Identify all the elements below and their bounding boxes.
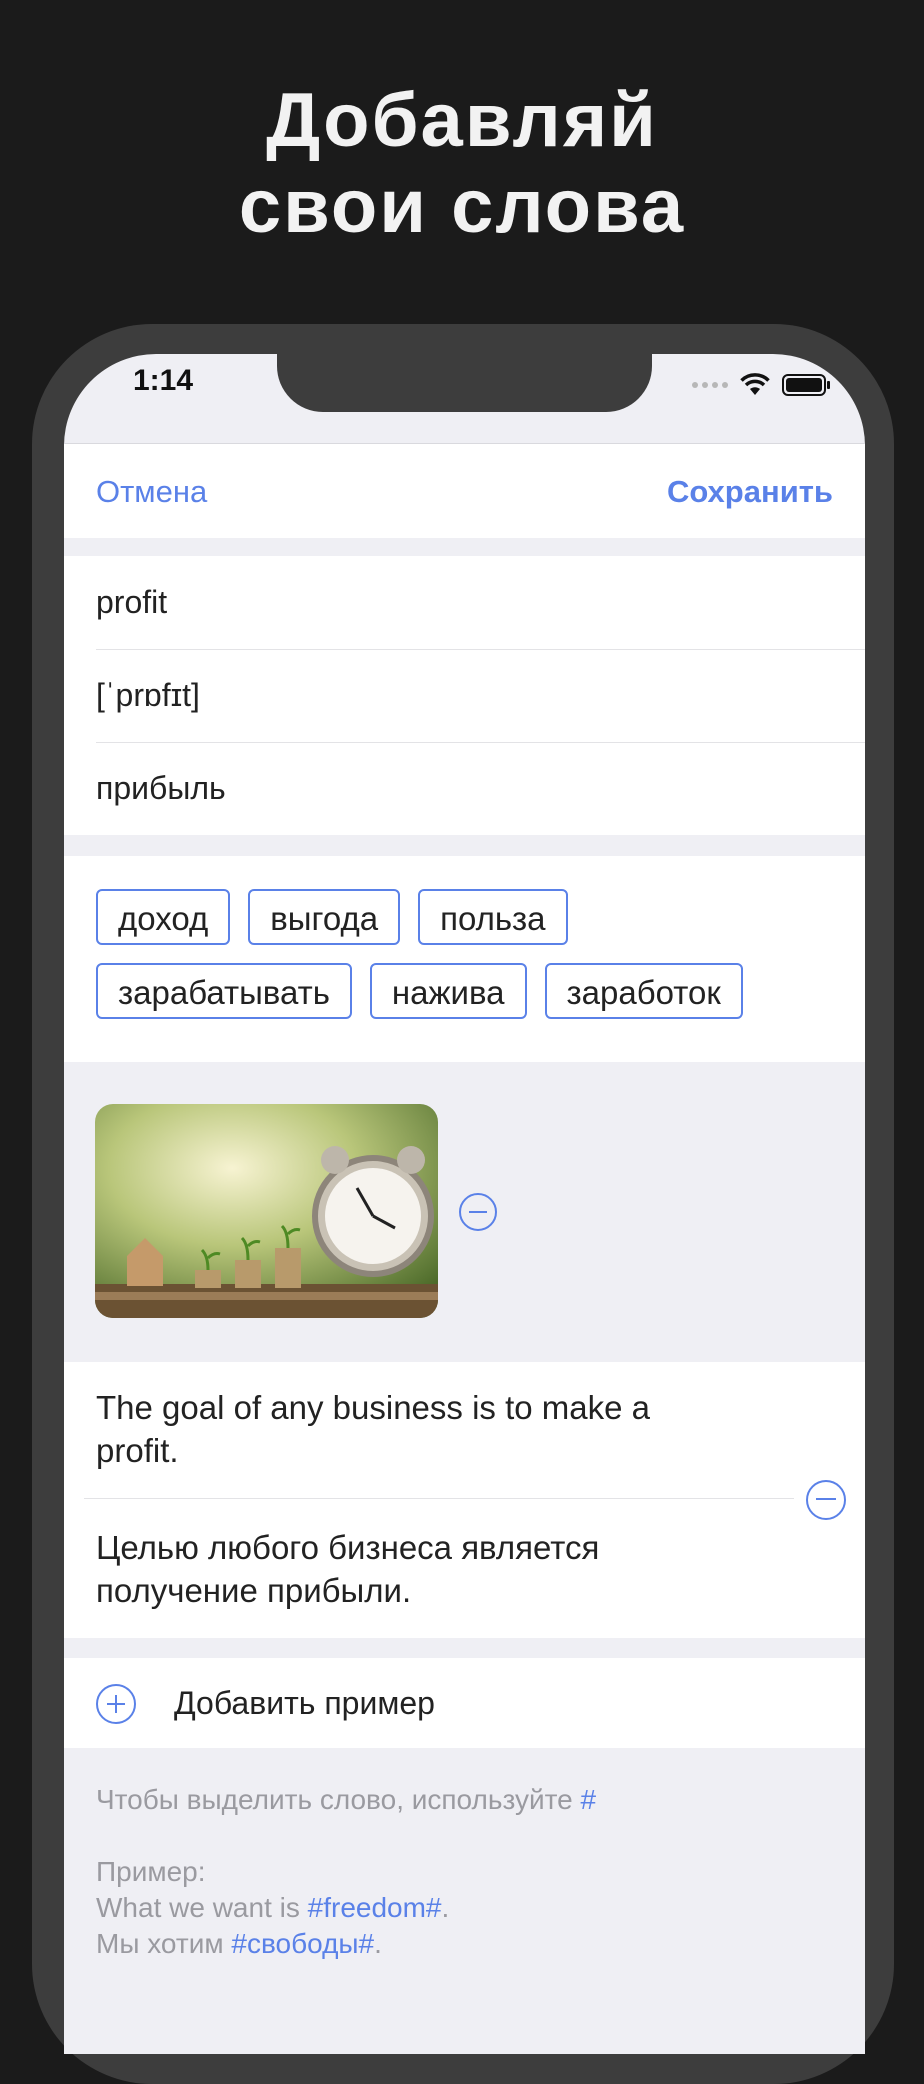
hint-example-label: Пример: <box>96 1856 206 1887</box>
hint-example-en: What we want is #freedom#. <box>96 1890 449 1926</box>
wifi-icon <box>740 373 770 395</box>
hint-text: Мы хотим <box>96 1928 224 1959</box>
status-icons <box>692 370 832 400</box>
transcription-field[interactable]: [ˈprɒfɪt] <box>64 649 865 742</box>
phone-notch <box>277 354 652 412</box>
synonym-tags: доход выгода польза зарабатывать нажива … <box>96 889 836 1037</box>
plus-icon <box>96 1684 136 1724</box>
promo-headline: Добавляй свои слова <box>0 78 924 250</box>
cancel-button[interactable]: Отмена <box>96 474 207 510</box>
hint-line-1: Чтобы выделить слово, используйте # <box>96 1782 596 1818</box>
save-button[interactable]: Сохранить <box>667 474 833 510</box>
example-translation[interactable]: Целью любого бизнеса является получение … <box>96 1526 736 1612</box>
headline-line-2: свои слова <box>238 164 686 249</box>
status-time: 1:14 <box>133 364 194 397</box>
synonym-tag[interactable]: доход <box>96 889 231 945</box>
hint-highlight: #свободы# <box>231 1928 375 1959</box>
word-field[interactable]: profit <box>64 556 865 649</box>
synonym-tag[interactable]: нажива <box>369 963 527 1019</box>
synonym-tag[interactable]: выгода <box>248 889 401 945</box>
synonym-tag[interactable]: зарабатывать <box>96 963 352 1019</box>
synonym-tag[interactable]: заработок <box>544 963 743 1019</box>
cellular-signal-icon <box>692 382 728 388</box>
photo-icon <box>95 1104 438 1318</box>
remove-example-button[interactable] <box>806 1480 846 1520</box>
navigation-bar: Отмена Сохранить <box>64 443 865 538</box>
synonym-tag[interactable]: польза <box>418 889 568 945</box>
hint-example-ru: Мы хотим #свободы#. <box>96 1926 382 1962</box>
hint-text: . <box>374 1928 382 1959</box>
word-image[interactable] <box>95 1104 438 1318</box>
headline-line-1: Добавляй <box>266 78 658 163</box>
translation-field[interactable]: прибыль <box>64 742 865 835</box>
word-fields-section: profit [ˈprɒfɪt] прибыль <box>64 556 865 835</box>
add-example-label: Добавить пример <box>174 1685 435 1721</box>
hint-symbol: # <box>580 1784 597 1815</box>
hint-text: Чтобы выделить слово, используйте <box>96 1784 573 1815</box>
hint-text: . <box>441 1892 450 1923</box>
add-example-button[interactable]: Добавить пример <box>64 1658 865 1748</box>
battery-icon <box>782 374 830 396</box>
remove-image-button[interactable] <box>459 1193 497 1231</box>
hint-text: What we want is <box>96 1892 300 1923</box>
example-divider <box>84 1498 794 1499</box>
example-original[interactable]: The goal of any business is to make a pr… <box>96 1386 736 1472</box>
hint-highlight: #freedom# <box>307 1892 442 1923</box>
